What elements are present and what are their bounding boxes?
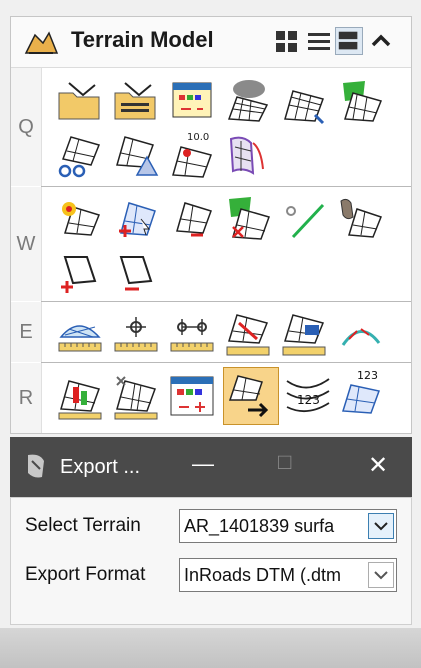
measure-distance-icon[interactable] (167, 309, 217, 359)
terrain-from-file-icon[interactable] (111, 75, 161, 125)
analyze-terrain-icon[interactable] (55, 371, 105, 421)
terrain-properties-dialog-icon[interactable] (167, 371, 217, 421)
svg-text:123: 123 (297, 393, 320, 407)
svg-text:123: 123 (357, 369, 378, 382)
open-terrain-folder-icon[interactable] (55, 75, 105, 125)
delete-vertex-icon[interactable] (167, 193, 217, 243)
profile-arc-icon[interactable] (335, 309, 385, 359)
chevron-down-icon[interactable] (368, 562, 394, 588)
terrain-mesh-icon[interactable] (279, 75, 329, 125)
import-dialog-icon[interactable] (167, 75, 217, 125)
clip-terrain-scissors-icon[interactable] (55, 129, 105, 179)
contour-labels-icon[interactable]: 123 (283, 371, 333, 421)
add-vertex-icon[interactable] (111, 193, 161, 243)
terrain-triangle-icon[interactable] (111, 129, 161, 179)
select-terrain-value: AR_1401839 surfa (184, 516, 335, 536)
terrain-green-mesh-icon[interactable] (335, 75, 385, 125)
grid-view-icon[interactable] (273, 27, 301, 55)
export-terrain-icon[interactable] (223, 367, 279, 425)
remove-boundary-icon[interactable] (111, 247, 161, 297)
add-feature-sun-icon[interactable] (55, 193, 105, 243)
terrain-cloud-icon[interactable] (223, 75, 273, 125)
row-divider (41, 362, 411, 363)
hand-edit-mesh-icon[interactable] (335, 193, 385, 243)
export-format-value: InRoads DTM (.dtm (184, 565, 342, 585)
export-dialog-titlebar[interactable]: Export ... — □ ✕ (10, 437, 412, 497)
swap-edge-icon[interactable] (223, 193, 273, 243)
row-divider (41, 301, 411, 302)
export-dialog-body: Select Terrain AR_1401839 surfa Export F… (10, 497, 412, 625)
terrain-model-toolbox: Terrain Model Q W E R 10.0 123 123 (10, 16, 412, 434)
compact-view-icon[interactable] (335, 27, 363, 55)
row-divider (41, 186, 411, 187)
terrain-cross-section-icon[interactable] (55, 309, 105, 359)
breakline-icon[interactable] (279, 193, 329, 243)
terrain-profile-icon[interactable] (223, 129, 273, 179)
select-terrain-combo[interactable]: AR_1401839 surfa (179, 509, 397, 543)
close-button[interactable]: ✕ (368, 451, 388, 480)
terrain-model-icon (23, 25, 59, 59)
export-format-label: Export Format (25, 564, 146, 585)
collapse-chevron-icon[interactable] (367, 27, 395, 55)
drape-element-icon[interactable] (279, 309, 329, 359)
chevron-down-icon[interactable] (368, 513, 394, 539)
select-terrain-label: Select Terrain (25, 515, 141, 536)
minimize-button[interactable]: — (192, 451, 214, 477)
spot-elevation-icon[interactable]: 10.0 (167, 129, 217, 179)
drape-line-icon[interactable] (223, 309, 273, 359)
svg-text:10.0: 10.0 (187, 132, 209, 143)
maximize-button[interactable]: □ (278, 449, 291, 475)
label-contours-icon[interactable]: 123 (337, 367, 387, 417)
app-logo-icon (22, 451, 48, 481)
measure-point-icon[interactable] (111, 309, 161, 359)
row-label-r: R (11, 363, 42, 433)
row-label-q: Q (11, 68, 42, 186)
list-view-icon[interactable] (305, 27, 333, 55)
terrain-sparkle-mesh-icon[interactable] (111, 371, 161, 421)
dialog-title: Export ... (60, 456, 141, 478)
export-format-combo[interactable]: InRoads DTM (.dtm (179, 558, 397, 592)
background-strip (0, 628, 421, 668)
toolbox-title: Terrain Model (71, 27, 214, 52)
row-label-e: E (11, 302, 42, 362)
row-label-w: W (11, 187, 42, 301)
toolbox-header: Terrain Model (11, 17, 411, 68)
add-boundary-icon[interactable] (55, 247, 105, 297)
